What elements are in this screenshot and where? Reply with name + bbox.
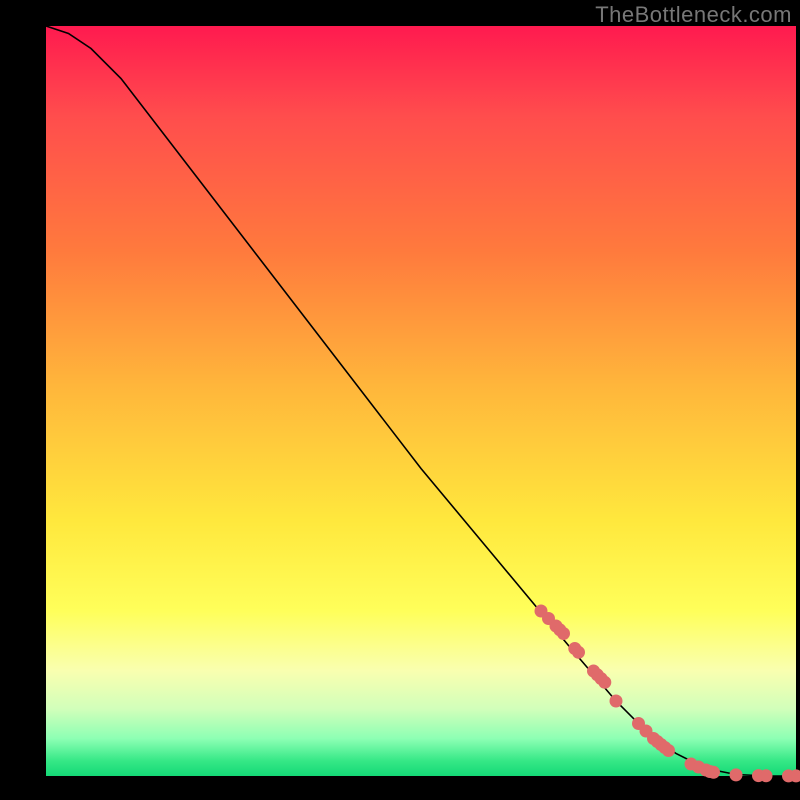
data-point xyxy=(708,766,720,778)
data-point xyxy=(610,695,622,707)
data-point xyxy=(730,769,742,781)
plot-area xyxy=(46,26,796,776)
chart-svg xyxy=(46,26,796,776)
bottleneck-curve xyxy=(46,26,796,776)
scatter-points xyxy=(535,605,800,782)
data-point xyxy=(573,646,585,658)
data-point xyxy=(790,770,800,782)
chart-stage: TheBottleneck.com xyxy=(0,0,800,800)
attribution-label: TheBottleneck.com xyxy=(595,2,792,28)
data-point xyxy=(599,676,611,688)
data-point xyxy=(760,770,772,782)
data-point xyxy=(558,628,570,640)
data-point xyxy=(663,745,675,757)
